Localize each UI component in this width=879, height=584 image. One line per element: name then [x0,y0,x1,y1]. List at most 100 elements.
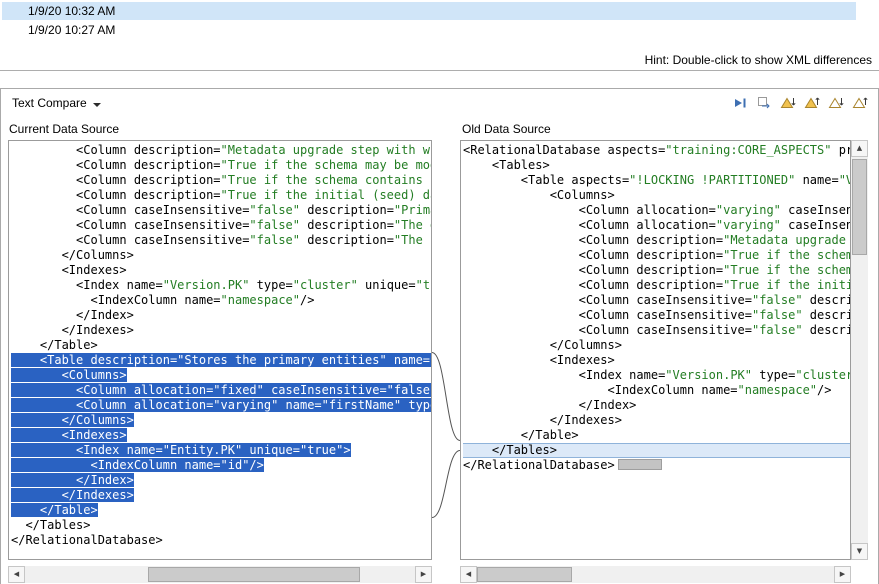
code-line[interactable]: <Column caseInsensitive="false" descript… [11,233,431,248]
code-text: </Indexes> [11,323,134,337]
code-line[interactable]: <Tables> [463,158,850,173]
scroll-left-icon[interactable]: ◀ [8,566,25,583]
previous-change-icon[interactable] [850,93,870,113]
code-line[interactable]: <IndexColumn name="namespace"/> [11,293,431,308]
code-line[interactable]: <IndexColumn name="namespace"/> [463,383,850,398]
right-vertical-scrollbar[interactable]: ▲ ▼ [851,140,868,560]
next-change-icon[interactable] [826,93,846,113]
right-code-pane[interactable]: <RelationalDatabase aspects="training:CO… [460,140,851,560]
code-line-selected[interactable]: <Indexes> [11,428,431,443]
scroll-down-icon[interactable]: ▼ [851,543,868,560]
code-line[interactable]: <Column description="True if the schema … [463,263,850,278]
code-line[interactable]: <Column allocation="varying" caseInsensi… [463,218,850,233]
compare-editor-window: 1/9/20 10:32 AM 1/9/20 10:27 AM Hint: Do… [0,0,879,584]
selected-code-text: <IndexColumn name="id"/> [11,458,264,472]
code-line[interactable]: <RelationalDatabase aspects="training:CO… [463,143,850,158]
code-text: <Column description= [463,233,723,247]
code-text: "training:CORE_ASPECTS" [665,143,831,157]
code-line[interactable]: </RelationalDatabase> [463,458,850,473]
code-line[interactable]: </Indexes> [11,323,431,338]
code-text: <Column caseInsensitive= [11,218,249,232]
compare-mode-dropdown[interactable]: Text Compare [12,96,101,110]
code-text: "varying" [716,203,781,217]
code-text: </RelationalDatabase> [463,458,615,472]
chevron-down-icon [93,103,101,107]
scroll-right-icon[interactable]: ▶ [834,566,851,583]
code-line[interactable]: </Columns> [463,338,850,353]
code-text: "false" [752,293,803,307]
history-row[interactable]: 1/9/20 10:27 AM [2,21,856,39]
code-line-selected[interactable]: <IndexColumn name="id"/> [11,458,431,473]
code-line[interactable]: </Columns> [11,248,431,263]
code-text: description= [803,323,851,337]
history-row-label: 1/9/20 10:32 AM [28,4,115,18]
copy-all-left-to-right-icon[interactable] [730,93,750,113]
history-row-selected[interactable]: 1/9/20 10:32 AM [2,2,856,20]
left-code-pane[interactable]: <Column description="Metadata upgrade st… [8,140,432,560]
code-line[interactable]: <Column description="Metadata upgrade st… [463,233,850,248]
previous-difference-icon[interactable] [802,93,822,113]
horizontal-scrollbar-thumb[interactable] [148,567,360,582]
code-text: unique= [358,278,416,292]
scroll-right-icon[interactable]: ▶ [415,566,432,583]
code-line[interactable]: <Indexes> [11,263,431,278]
code-line[interactable]: </Index> [11,308,431,323]
code-line-selected[interactable]: </Table> [11,503,431,518]
scroll-left-icon[interactable]: ◀ [460,566,477,583]
code-line[interactable]: <Column description="True if the schema … [11,173,431,188]
code-text: <Column description= [463,263,723,277]
code-line-selected[interactable]: <Column allocation="fixed" caseInsensiti… [11,383,431,398]
selected-code-text: </Index> [11,473,134,487]
code-line[interactable]: <Column allocation="varying" caseInsensi… [463,203,850,218]
code-line[interactable]: <Column description="True if the initial… [11,188,431,203]
code-line[interactable]: <Column caseInsensitive="false" descript… [463,293,850,308]
code-line[interactable]: <Column caseInsensitive="false" descript… [11,218,431,233]
code-line-selected[interactable]: </Indexes> [11,488,431,503]
code-line[interactable]: </Table> [11,338,431,353]
horizontal-scrollbar-thumb[interactable] [477,567,572,582]
code-text: description= [803,293,851,307]
code-line[interactable]: <Index name="Version.PK" type="cluster" … [11,278,431,293]
code-text: </Columns> [463,338,622,352]
code-text: "false" [249,203,300,217]
code-text: <Column description= [11,143,221,157]
code-text: type= [249,278,292,292]
code-line[interactable]: <Columns> [463,188,850,203]
code-line[interactable]: </Tables> [463,443,850,458]
code-line[interactable]: </Table> [463,428,850,443]
scroll-up-icon[interactable]: ▲ [851,140,868,157]
selected-code-text: <Columns> [11,368,127,382]
code-line-selected[interactable]: <Columns> [11,368,431,383]
next-difference-icon[interactable] [778,93,798,113]
selected-code-text: </Table> [11,503,98,517]
code-line-selected[interactable]: <Table description="Stores the primary e… [11,353,431,368]
code-line[interactable]: </RelationalDatabase> [11,533,431,548]
code-line[interactable]: <Indexes> [463,353,850,368]
code-line-selected[interactable]: </Index> [11,473,431,488]
code-line-selected[interactable]: <Column allocation="varying" name="first… [11,398,431,413]
code-line[interactable]: <Column description="Metadata upgrade st… [11,143,431,158]
code-text: "Version.PK" [665,368,752,382]
code-text: </Tables> [11,518,90,532]
vertical-scrollbar-thumb[interactable] [852,159,867,255]
code-line-selected[interactable]: </Columns> [11,413,431,428]
code-line[interactable]: <Column description="True if the schema … [11,158,431,173]
right-horizontal-scrollbar[interactable]: ◀ ▶ [460,566,851,583]
code-line[interactable]: </Index> [463,398,850,413]
code-line[interactable]: <Column caseInsensitive="false" descript… [463,308,850,323]
code-line[interactable]: <Column description="True if the initial… [463,278,850,293]
code-line[interactable]: <Column caseInsensitive="false" descript… [463,323,850,338]
code-line-selected[interactable]: <Index name="Entity.PK" unique="true"> [11,443,431,458]
code-text: <Column description= [463,248,723,262]
code-line[interactable]: <Column caseInsensitive="false" descript… [11,203,431,218]
history-row-label: 1/9/20 10:27 AM [28,23,115,37]
code-text: <Column description= [11,188,221,202]
code-line[interactable]: </Indexes> [463,413,850,428]
code-line[interactable]: <Column description="True if the schema … [463,248,850,263]
code-text: "false" [249,218,300,232]
left-horizontal-scrollbar[interactable]: ◀ ▶ [8,566,432,583]
code-line[interactable]: </Tables> [11,518,431,533]
code-line[interactable]: <Table aspects="!LOCKING !PARTITIONED" n… [463,173,850,188]
code-line[interactable]: <Index name="Version.PK" type="cluster" … [463,368,850,383]
copy-current-change-icon[interactable] [754,93,774,113]
